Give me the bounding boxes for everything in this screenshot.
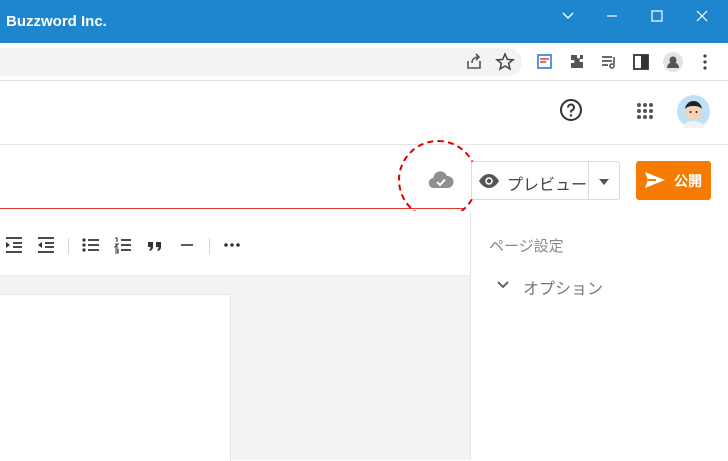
quote-icon[interactable] — [145, 235, 165, 255]
sidebar-options-toggle[interactable]: オプション — [523, 275, 603, 299]
highlight-circle — [398, 140, 478, 220]
toolbar-divider — [68, 238, 69, 254]
indent-decrease-icon[interactable] — [36, 235, 56, 255]
bookmark-star-icon[interactable] — [493, 50, 517, 74]
share-icon[interactable] — [462, 50, 486, 74]
page-sheet[interactable] — [0, 294, 231, 461]
apps-grid-icon[interactable] — [634, 100, 656, 122]
extensions-puzzle-icon[interactable] — [565, 50, 589, 74]
address-bar[interactable] — [0, 48, 522, 76]
title-input-underline[interactable] — [0, 208, 465, 209]
more-options-icon[interactable] — [222, 235, 242, 255]
preview-dropdown-button[interactable] — [589, 161, 620, 200]
extension-clip-icon[interactable] — [533, 50, 557, 74]
maximize-icon[interactable] — [642, 6, 672, 26]
help-icon[interactable] — [559, 98, 583, 122]
app-header — [0, 81, 728, 145]
publish-button[interactable]: 公開 — [636, 161, 711, 200]
avatar[interactable] — [677, 95, 710, 128]
side-panel-icon[interactable] — [629, 50, 653, 74]
browser-menu-icon[interactable] — [693, 50, 717, 74]
profile-icon[interactable] — [661, 50, 685, 74]
eye-icon — [479, 174, 499, 188]
window-title: Buzzword Inc. — [6, 13, 107, 30]
send-icon — [645, 172, 665, 188]
preview-label: プレビュー — [507, 177, 588, 194]
horizontal-rule-icon[interactable] — [177, 235, 197, 255]
close-icon[interactable] — [687, 6, 717, 26]
numbered-list-icon[interactable] — [113, 235, 133, 255]
publish-label: 公開 — [674, 173, 702, 189]
minimize-icon[interactable] — [597, 6, 627, 26]
chevron-down-icon[interactable] — [495, 278, 511, 292]
sidebar-title: ページ設定 — [489, 238, 564, 255]
tab-search-icon[interactable] — [553, 6, 583, 26]
preview-button[interactable]: プレビュー — [471, 161, 589, 200]
toolbar-divider — [209, 238, 210, 254]
bullet-list-icon[interactable] — [81, 235, 101, 255]
window-titlebar: Buzzword Inc. — [0, 0, 728, 43]
indent-increase-icon[interactable] — [4, 235, 24, 255]
media-queue-icon[interactable] — [597, 50, 621, 74]
caret-down-icon — [599, 179, 609, 185]
